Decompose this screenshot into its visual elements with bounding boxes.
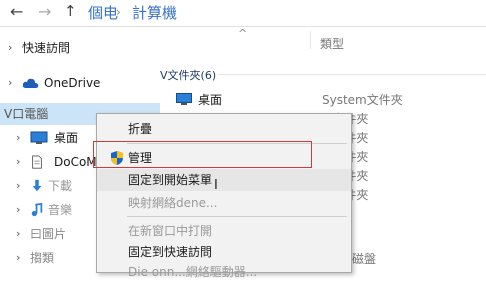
menu-item-disconnect-network-drive[interactable]: Die onn...網絡驅動器... [97,261,351,283]
breadcrumb-this-pc[interactable]: 個电 [88,2,118,23]
menu-item-label: Die onn...網絡驅動器... [128,265,258,279]
menu-item-label: 固定到開始菜單 [128,173,213,187]
document-icon [32,155,42,169]
desktop-icon [176,93,192,105]
breadcrumb-separator-icon[interactable]: › [116,5,121,19]
column-divider[interactable] [310,31,311,49]
menu-item-pin-quick-access[interactable]: 固定到快速訪問 [97,241,351,263]
menu-item-label: 在新窗口中打開 [128,224,213,238]
download-icon [32,179,42,192]
chevron-right-icon[interactable]: › [16,223,20,245]
chevron-right-icon[interactable]: › [16,127,20,149]
breadcrumb-computer[interactable]: 計算機 [132,2,177,23]
chevron-right-icon[interactable]: › [8,72,12,94]
back-arrow-icon[interactable]: ← [10,2,23,21]
menu-item-open-new-window[interactable]: 在新窗口中打開 [97,220,351,242]
group-divider [218,74,486,75]
chevron-right-icon[interactable]: › [8,37,12,59]
drive-label: 磁盤 [352,252,377,266]
chevron-right-icon[interactable]: › [16,151,20,173]
sidebar-item-label: 下載 [48,179,73,193]
menu-item-map-network-drive[interactable]: 映射網絡dene... [97,192,351,214]
desktop-icon [30,131,48,144]
sidebar-item-label: 快速訪問 [22,41,71,55]
cloud-icon [22,78,39,88]
column-header-type[interactable]: 類型 [320,35,344,52]
sort-up-icon[interactable]: ^ [238,27,247,40]
highlight-annotation [93,141,312,168]
up-arrow-icon[interactable]: ↑ [64,2,77,20]
context-menu: 折疊 管理 固定到開始菜單 映射網絡dene... 在新窗口中打開 固定到快速訪… [96,113,352,279]
sidebar-item-label: 桌面 [54,131,79,145]
sidebar-item-label: OneDrive [44,76,101,90]
menu-item-label: 映射網絡dene... [128,196,218,210]
chevron-right-icon[interactable]: › [16,175,20,197]
menu-item-label: 折疊 [128,122,153,136]
sidebar-item-quick-access[interactable]: › 快速訪問 [0,37,160,59]
forward-arrow-icon[interactable]: → [38,2,51,21]
sidebar-item-label: V口電腦 [4,107,49,121]
menu-separator [127,216,347,217]
menu-item-label: 固定到快速訪問 [128,245,213,259]
menu-item-pin-to-start[interactable]: 固定到開始菜單 [97,169,351,191]
mouse-cursor-icon: I [214,178,218,193]
music-icon [31,203,43,217]
address-bar: ← → ↑ 個电 › 計算機 [0,0,486,26]
chevron-right-icon[interactable]: › [16,247,20,269]
menu-item-collapse[interactable]: 折疊 [97,118,351,140]
sidebar-item-label: 曰圖片 [30,227,67,241]
file-name: 桌面 [198,93,223,107]
list-item[interactable]: 桌面 System文件夾 [176,90,486,110]
sidebar-item-label: 音樂 [48,203,73,217]
chevron-right-icon[interactable]: › [16,199,20,221]
file-type: System文件夾 [322,93,403,107]
sidebar-item-label: 搊類 [30,251,55,265]
group-header-folders[interactable]: V文件夾(6) [160,67,216,83]
sidebar-item-onedrive[interactable]: › OneDrive [0,72,160,94]
